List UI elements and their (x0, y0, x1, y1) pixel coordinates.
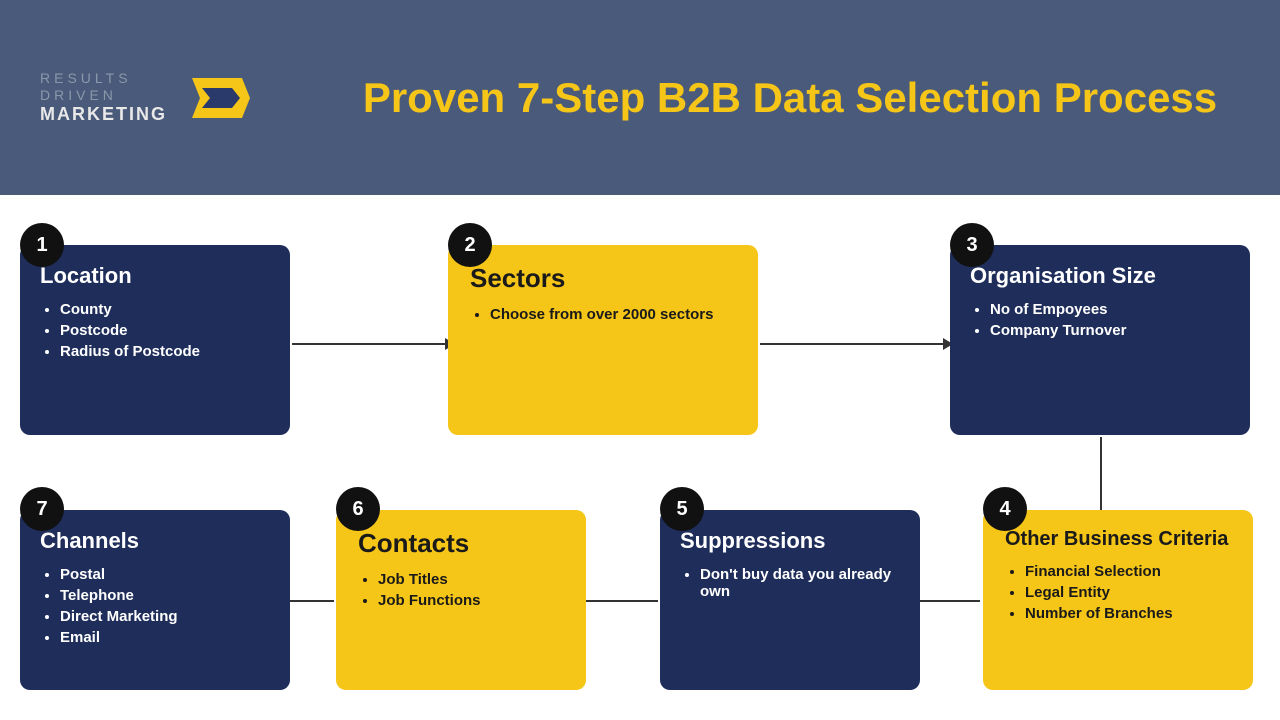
step-4-circle: 4 (983, 487, 1027, 531)
logo-results: RESULTS (40, 70, 167, 87)
step-1-list: County Postcode Radius of Postcode (40, 301, 270, 360)
list-item: Radius of Postcode (60, 343, 270, 360)
step-7-circle: 7 (20, 487, 64, 531)
list-item: Postal (60, 566, 270, 583)
step-1-title: Location (40, 263, 270, 289)
step-4-box: Other Business Criteria Financial Select… (983, 510, 1253, 690)
step-5-list: Don't buy data you already own (680, 566, 900, 600)
logo-area: RESULTS DRIVEN MARKETING (40, 63, 300, 133)
step-5-title: Suppressions (680, 528, 900, 554)
header: RESULTS DRIVEN MARKETING Proven 7-Step B… (0, 0, 1280, 195)
step-2-list: Choose from over 2000 sectors (470, 306, 736, 323)
diagram-area: 1 Location County Postcode Radius of Pos… (0, 195, 1280, 720)
step-3-list: No of Empoyees Company Turnover (970, 301, 1230, 339)
step-6-circle: 6 (336, 487, 380, 531)
list-item: Financial Selection (1025, 563, 1231, 580)
list-item: Don't buy data you already own (700, 566, 900, 600)
step-7-list: Postal Telephone Direct Marketing Email (40, 566, 270, 646)
step-6-list: Job Titles Job Functions (358, 571, 564, 609)
list-item: No of Empoyees (990, 301, 1230, 318)
list-item: Telephone (60, 587, 270, 604)
step-3-box: Organisation Size No of Empoyees Company… (950, 245, 1250, 435)
list-item: Number of Branches (1025, 605, 1231, 622)
list-item: Company Turnover (990, 322, 1230, 339)
connector-1-2 (292, 343, 447, 345)
step-1-box: Location County Postcode Radius of Postc… (20, 245, 290, 435)
logo-marketing: MARKETING (40, 104, 167, 126)
list-item: Legal Entity (1025, 584, 1231, 601)
list-item: County (60, 301, 270, 318)
step-6-box: Contacts Job Titles Job Functions (336, 510, 586, 690)
step-4-title: Other Business Criteria (1005, 528, 1231, 551)
list-item: Choose from over 2000 sectors (490, 306, 736, 323)
step-5-box: Suppressions Don't buy data you already … (660, 510, 920, 690)
step-3-circle: 3 (950, 223, 994, 267)
list-item: Email (60, 629, 270, 646)
connector-3-4 (1100, 437, 1102, 512)
step-1-circle: 1 (20, 223, 64, 267)
connector-2-3 (760, 343, 945, 345)
step-2-circle: 2 (448, 223, 492, 267)
list-item: Job Functions (378, 592, 564, 609)
step-5-circle: 5 (660, 487, 704, 531)
step-7-box: Channels Postal Telephone Direct Marketi… (20, 510, 290, 690)
list-item: Postcode (60, 322, 270, 339)
step-2-box: Sectors Choose from over 2000 sectors (448, 245, 758, 435)
step-4-list: Financial Selection Legal Entity Number … (1005, 563, 1231, 622)
step-3-title: Organisation Size (970, 263, 1230, 289)
step-2-title: Sectors (470, 263, 736, 294)
step-6-title: Contacts (358, 528, 564, 559)
list-item: Job Titles (378, 571, 564, 588)
page-title: Proven 7-Step B2B Data Selection Process (340, 74, 1240, 122)
logo-text: RESULTS DRIVEN MARKETING (40, 70, 167, 125)
step-7-title: Channels (40, 528, 270, 554)
list-item: Direct Marketing (60, 608, 270, 625)
logo-driven: DRIVEN (40, 87, 167, 104)
logo-chevron-icon (177, 63, 257, 133)
